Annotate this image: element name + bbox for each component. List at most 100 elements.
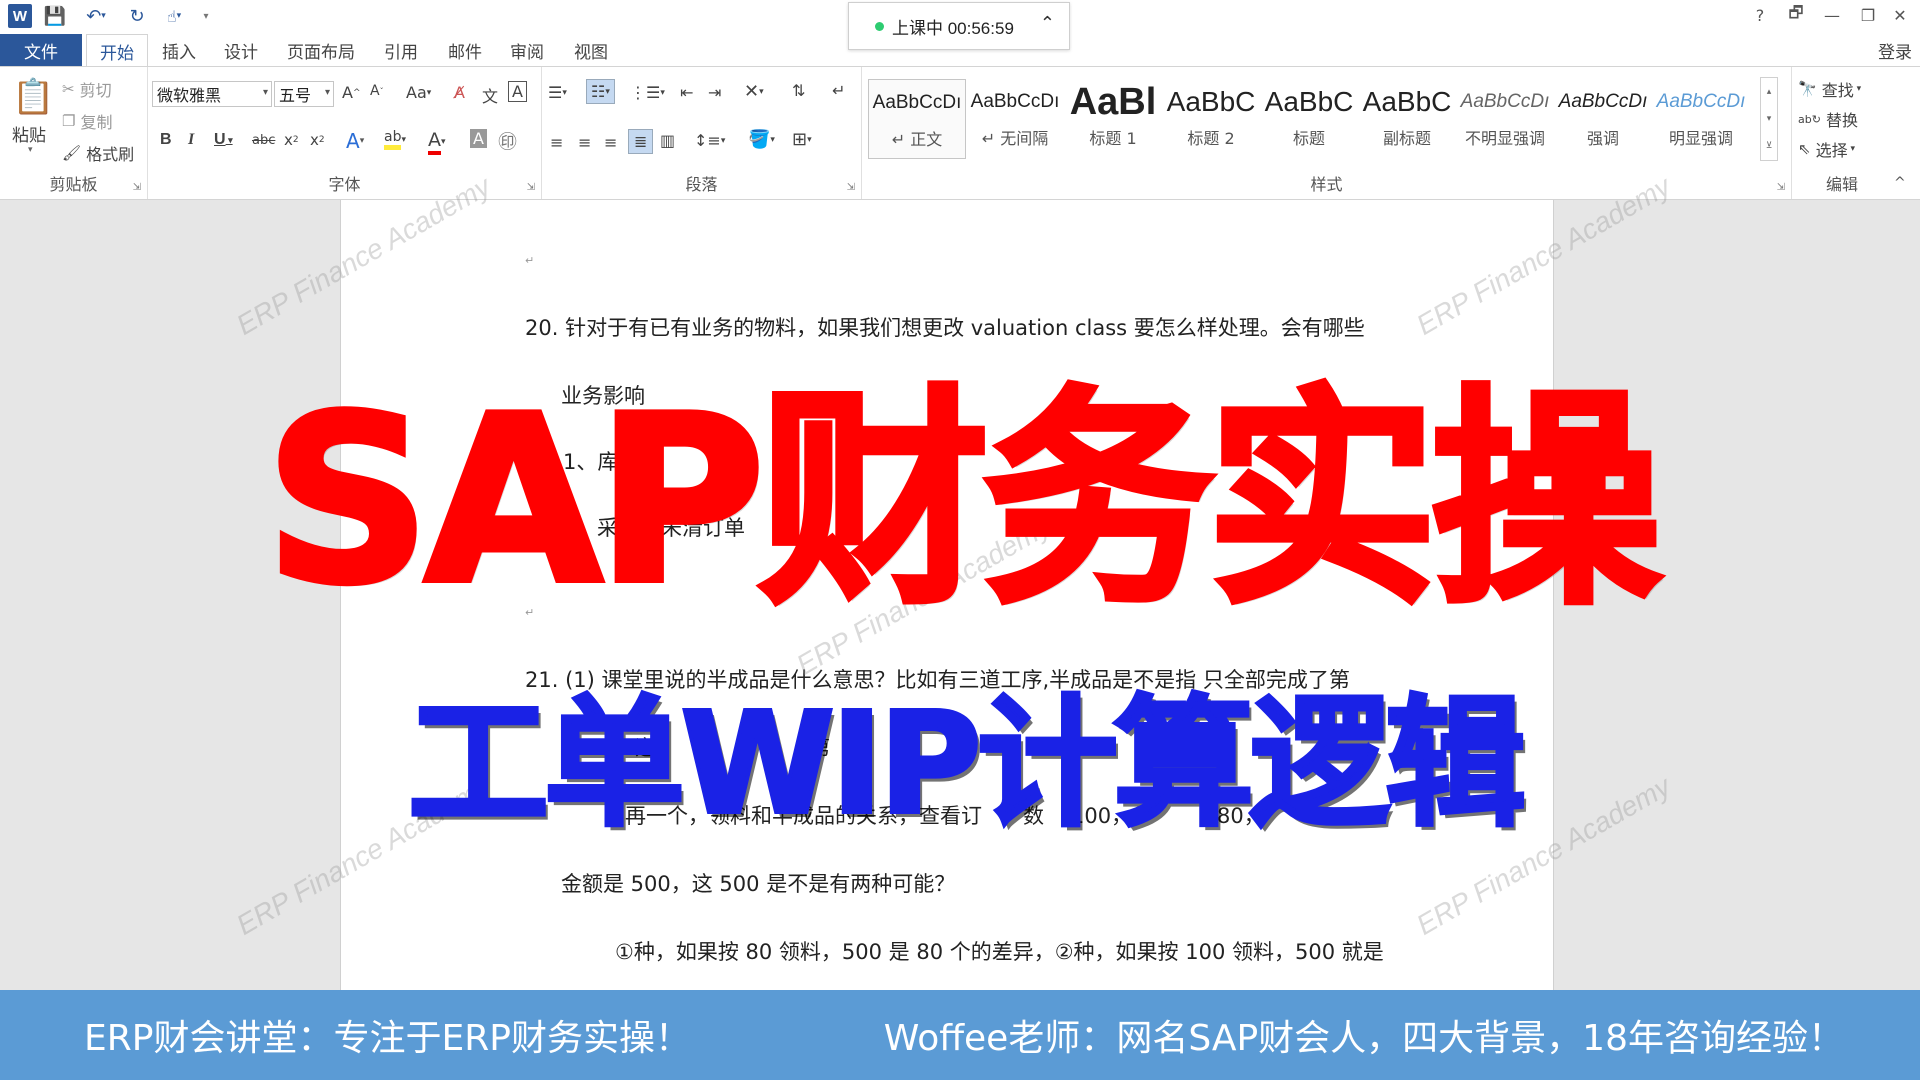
tab-review[interactable]: 审阅 (502, 34, 552, 66)
bullets-icon[interactable]: ☰ ▾ (548, 83, 567, 102)
clipboard-group: 📋 粘贴 ▾ ✂ 剪切 ❐ 复制 🖌 格式刷 剪贴板 ⇲ (0, 67, 148, 199)
collapse-ribbon-icon[interactable]: ^ (1894, 175, 1906, 191)
grow-font-icon[interactable]: A ^ (342, 83, 361, 102)
style-no-spacing[interactable]: AaBbCcDı ↵ 无间隔 (966, 79, 1064, 159)
brush-icon: 🖌 (62, 144, 82, 162)
clipboard-launcher-icon[interactable]: ⇲ (133, 182, 141, 193)
overlay-title-blue: 工单WIP计算逻辑 (406, 681, 1527, 848)
tab-references[interactable]: 引用 (376, 34, 426, 66)
highlight-color-icon[interactable]: ab ▾ (384, 129, 406, 150)
style-emphasis[interactable]: AaBbCcDı 强调 (1554, 79, 1652, 159)
help-icon[interactable]: ? (1744, 2, 1776, 28)
superscript-icon[interactable]: x2 (310, 131, 325, 149)
char-shading-icon[interactable]: A (470, 129, 487, 148)
increase-indent-icon[interactable]: ⇥ (708, 83, 721, 102)
word-window: W 💾 ↶ ▾ ↻ ☝ ▾ ▾ ? 🗗 — ❐ ✕ 文件 开始 插入 设计 页面布局… (0, 0, 1920, 1080)
banner-right-text: Woffee老师：网名SAP财会人，四大背景，18年咨询经验！ (883, 1018, 1844, 1059)
style-heading-2[interactable]: AaBbC 标题 2 (1162, 79, 1260, 159)
paragraph-group: ☰ ▾ ☷ ▾ ⋮☰ ▾ ⇤ ⇥ ✕ ▾ ⇅ ↵ ≡ ≡ ≡ ≣ ▥ ↕≡ ▾ 🪣 ▾ ⊞ ▾… (542, 67, 862, 199)
align-left-icon[interactable]: ≡ (550, 133, 563, 152)
paste-dropdown-icon[interactable]: ▾ (28, 145, 33, 155)
paste-button[interactable]: 粘贴 (12, 121, 46, 146)
more-styles-icon[interactable]: ⊻ (1766, 141, 1773, 151)
font-size-combo[interactable]: 五号 ▾ (274, 81, 334, 107)
font-launcher-icon[interactable]: ⇲ (527, 182, 535, 193)
font-family-combo[interactable]: 微软雅黑 ▾ (152, 81, 272, 107)
paste-icon[interactable]: 📋 (12, 77, 54, 117)
customize-toolbar-icon[interactable]: ▾ (196, 4, 216, 28)
tab-insert[interactable]: 插入 (154, 34, 204, 66)
paragraph-mark: ↵ (525, 254, 535, 267)
phonetic-guide-icon[interactable]: 文 (482, 83, 498, 107)
show-marks-icon[interactable]: ↵ (832, 81, 845, 100)
doc-line: 金额是 500，这 500 是不是有两种可能？ (561, 872, 956, 896)
change-case-button[interactable]: Aa ▾ (406, 83, 431, 102)
minimize-icon[interactable]: — (1816, 2, 1848, 28)
clear-format-icon[interactable]: A̸ (454, 83, 465, 102)
timer-label: 上课中 00:56:59 (892, 18, 1014, 38)
select-button[interactable]: ⇖ 选择 ▾ (1798, 137, 1855, 161)
close-icon[interactable]: ✕ (1884, 2, 1916, 28)
maximize-icon[interactable]: ❐ (1852, 2, 1884, 28)
replace-button[interactable]: ab↻ 替换 (1798, 107, 1858, 131)
decrease-indent-icon[interactable]: ⇤ (680, 83, 693, 102)
char-border-icon[interactable]: A (508, 81, 527, 102)
login-link[interactable]: 登录 (1878, 38, 1912, 63)
undo-icon[interactable]: ↶ ▾ (78, 4, 114, 28)
font-color-icon[interactable]: A ▾ (428, 129, 446, 155)
format-painter-button[interactable]: 🖌 格式刷 (62, 141, 134, 165)
tab-design[interactable]: 设计 (216, 34, 266, 66)
editing-group-label: 编辑 (1825, 175, 1858, 194)
chevron-down-icon: ▾ (262, 87, 268, 98)
multilevel-list-icon[interactable]: ⋮☰ ▾ (630, 83, 665, 102)
justify-icon[interactable]: ≣ (628, 129, 654, 154)
ribbon-display-icon[interactable]: 🗗 (1780, 2, 1812, 28)
class-timer[interactable]: 上课中 00:56:59 ⌃ (848, 2, 1070, 50)
tab-layout[interactable]: 页面布局 (280, 34, 362, 66)
redo-icon[interactable]: ↻ (124, 4, 150, 28)
copy-icon: ❐ (62, 112, 76, 130)
tab-home[interactable]: 开始 (86, 34, 148, 67)
distributed-icon[interactable]: ▥ (660, 131, 675, 150)
chevron-up-icon[interactable]: ▴ (1767, 87, 1772, 97)
save-icon[interactable]: 💾 (42, 4, 68, 28)
chevron-up-icon[interactable]: ⌃ (1040, 13, 1055, 34)
tab-mailings[interactable]: 邮件 (440, 34, 490, 66)
style-intense-emphasis[interactable]: AaBbCcDı 明显强调 (1652, 79, 1750, 159)
styles-launcher-icon[interactable]: ⇲ (1777, 182, 1785, 193)
shading-icon[interactable]: 🪣 ▾ (748, 129, 775, 150)
underline-button[interactable]: U ▾ (214, 131, 233, 149)
replace-icon: ab↻ (1798, 112, 1821, 126)
bold-button[interactable]: B (160, 131, 172, 149)
subscript-icon[interactable]: x2 (284, 131, 299, 149)
line-spacing-icon[interactable]: ↕≡ ▾ (694, 131, 725, 150)
align-right-icon[interactable]: ≡ (604, 133, 617, 152)
chinese-layout-icon[interactable]: ✕ ▾ (744, 81, 764, 102)
numbering-icon[interactable]: ☷ ▾ (586, 79, 615, 104)
sort-icon[interactable]: ⇅ (792, 81, 805, 100)
scissors-icon: ✂ (62, 80, 75, 98)
banner-left-text: ERP财会讲堂：专注于ERP财务实操！ (84, 1018, 691, 1059)
paragraph-group-label: 段落 (685, 175, 718, 194)
chevron-down-icon[interactable]: ▾ (1767, 114, 1772, 124)
styles-scroll[interactable]: ▴ ▾ ⊻ (1760, 77, 1778, 161)
cut-button[interactable]: ✂ 剪切 (62, 77, 112, 101)
style-subtitle[interactable]: AaBbC 副标题 (1358, 79, 1456, 159)
touch-mode-icon[interactable]: ☝ ▾ (156, 4, 192, 28)
enclose-char-icon[interactable]: ㊞ (498, 127, 517, 154)
style-normal[interactable]: AaBbCcDı ↵ 正文 (868, 79, 966, 159)
strikethrough-button[interactable]: abc (252, 133, 275, 148)
style-subtle-emphasis[interactable]: AaBbCcDı 不明显强调 (1456, 79, 1554, 159)
copy-button[interactable]: ❐ 复制 (62, 109, 113, 133)
style-heading-1[interactable]: AaBl 标题 1 (1064, 79, 1162, 159)
borders-icon[interactable]: ⊞ ▾ (792, 129, 812, 150)
shrink-font-icon[interactable]: Aˇ (370, 83, 384, 99)
tab-view[interactable]: 视图 (566, 34, 616, 66)
style-title[interactable]: AaBbC 标题 (1260, 79, 1358, 159)
text-effects-icon[interactable]: A ▾ (346, 129, 364, 153)
align-center-icon[interactable]: ≡ (578, 133, 591, 152)
tab-file[interactable]: 文件 (0, 34, 82, 66)
italic-button[interactable]: I (188, 131, 194, 149)
paragraph-launcher-icon[interactable]: ⇲ (847, 182, 855, 193)
find-button[interactable]: 🔭 查找 ▾ (1798, 77, 1861, 101)
